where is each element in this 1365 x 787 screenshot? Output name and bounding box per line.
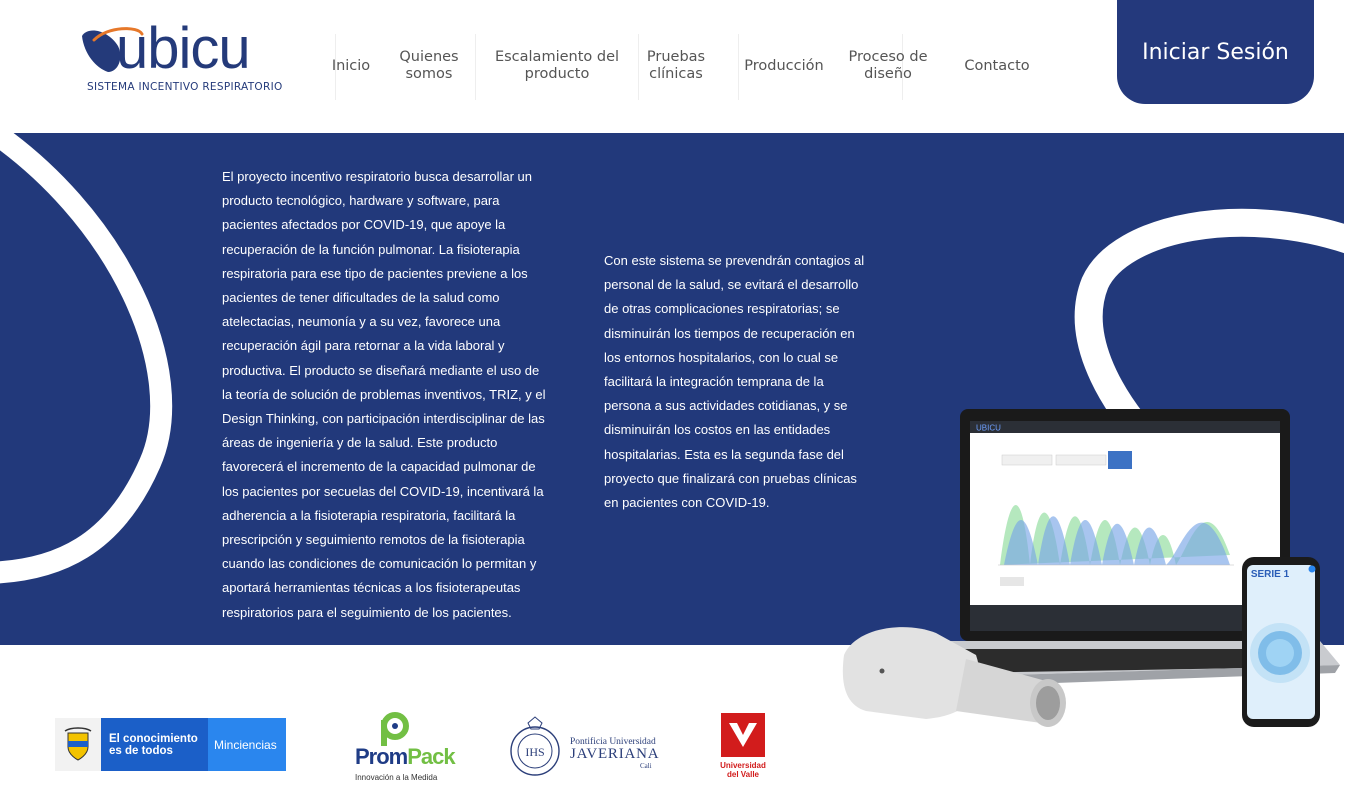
nav-item-label: Escalamiento del producto [494, 49, 620, 82]
hero-paragraph-2: Con este sistema se prevendrán contagios… [604, 253, 865, 511]
javeriana-logo[interactable]: IHS Pontificia Universidad JAVERIANA Cal… [506, 715, 660, 779]
phone-serie-title: SERIE 1 [1251, 569, 1290, 580]
prompack-name: PromPack [355, 744, 456, 769]
univalle-line1: Universidad [720, 761, 766, 770]
gob-slogan: El conocimiento es de todos [101, 718, 208, 771]
nav-item-label: Proceso de diseño [848, 49, 928, 82]
minciencias-logo[interactable]: El conocimiento es de todos Minciencias [55, 718, 286, 771]
gob-slogan-line2: es de todos [109, 745, 173, 757]
nav-item-label: Producción [744, 57, 824, 74]
site-header: ubicu SISTEMA INCENTIVO RESPIRATORIO Ini… [0, 0, 1365, 133]
phone-image: SERIE 1 [1242, 557, 1320, 727]
gob-slogan-line1: El conocimiento [109, 733, 198, 745]
nav-item-label: Quienes somos [399, 49, 459, 82]
nav-item-contacto[interactable]: Contacto [952, 30, 1042, 102]
javeriana-city: Cali [640, 762, 652, 770]
login-button[interactable]: Iniciar Sesión [1117, 0, 1314, 104]
univalle-line2: del Valle [726, 770, 760, 779]
nav-item-label: Inicio [331, 57, 371, 74]
laptop-screen-brand: UBICU [976, 424, 1001, 433]
nav-divider [335, 34, 336, 100]
nav-item-proceso-diseno[interactable]: Proceso de diseño [844, 30, 932, 102]
prompack-p-icon [381, 712, 409, 746]
nav-item-escalamiento[interactable]: Escalamiento del producto [490, 30, 624, 102]
univalle-text: Universidad del Valle [719, 761, 767, 779]
nav-item-label: Contacto [964, 57, 1030, 74]
univalle-shield-icon [721, 713, 765, 757]
nav-item-quienes-somos[interactable]: Quienes somos [390, 30, 468, 102]
nav-item-pruebas-clinicas[interactable]: Pruebas clínicas [638, 30, 714, 102]
hero-paragraph-1: El proyecto incentivo respiratorio busca… [222, 169, 546, 620]
ubicu-logo[interactable]: ubicu SISTEMA INCENTIVO RESPIRATORIO [78, 20, 282, 98]
nav-item-produccion[interactable]: Producción [738, 30, 830, 102]
prompack-logo[interactable]: PromPack Innovación a la Medida [352, 712, 456, 784]
nav-item-label: Pruebas clínicas [646, 49, 706, 82]
javeriana-seal-icon: IHS [510, 716, 560, 776]
logo-wordmark: ubicu [116, 16, 251, 81]
logo-tagline: SISTEMA INCENTIVO RESPIRATORIO [87, 81, 283, 93]
prompack-tagline: Innovación a la Medida [355, 773, 438, 782]
spirometer-device-image [842, 627, 1066, 727]
nav-divider [475, 34, 476, 100]
univalle-logo[interactable]: Universidad del Valle [719, 711, 767, 783]
svg-text:IHS: IHS [525, 745, 544, 759]
gob-ministry: Minciencias [208, 718, 286, 771]
nav-item-inicio[interactable]: Inicio [320, 30, 382, 102]
colombia-coat-of-arms-icon [55, 718, 101, 771]
javeriana-line2: JAVERIANA [570, 746, 660, 762]
